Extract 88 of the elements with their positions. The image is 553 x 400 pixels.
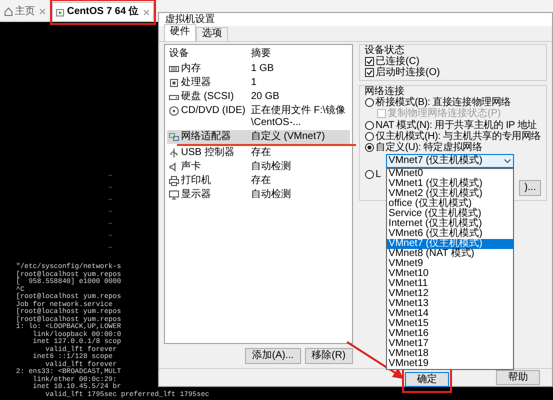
radio-label: 自定义(U): 特定虚拟网络	[376, 142, 482, 153]
checkbox-label: 复制物理网络连接状态(P)	[388, 108, 501, 119]
table-cell: 声卡	[181, 161, 201, 173]
group-title: 网络连接	[364, 86, 405, 97]
table-cell: USB 控制器	[181, 147, 234, 159]
printer-icon	[169, 176, 179, 186]
dropdown-option[interactable]: VMnet6 (仅主机模式)	[386, 229, 513, 239]
terminal-text: ~	[108, 184, 113, 193]
table-cell-text: 20 GB	[251, 91, 280, 103]
radio-label: 桥接模式(B): 直接连接物理网络	[376, 97, 512, 108]
radio-label: 仅主机模式(H): 与主机共享的专用网络	[376, 131, 541, 142]
device-button[interactable]: 移除(R)	[304, 348, 353, 364]
terminal-text: ~	[108, 232, 113, 241]
disc-icon	[169, 106, 179, 116]
dropdown-option[interactable]: VMnet10	[386, 269, 513, 279]
radio-button[interactable]	[364, 132, 374, 141]
table-cell-text: 自动检测	[251, 161, 292, 173]
dropdown-option[interactable]: VMnet8 (NAT 模式)	[386, 249, 513, 259]
table-cell-text: 自动检测	[251, 189, 292, 201]
dropdown-option[interactable]: VMnet16	[386, 329, 513, 339]
tab[interactable]: CentOS 7 64 位	[52, 2, 154, 21]
checkbox[interactable]	[364, 68, 374, 77]
dropdown[interactable]: VMnet7 (仅主机模式)	[386, 154, 514, 168]
help-button[interactable]: 帮助	[496, 370, 540, 385]
table-cell-text: 存在	[251, 147, 272, 159]
tab[interactable]: 主页	[1, 2, 49, 21]
table-cell-text: 1	[251, 77, 258, 89]
window-title: 虚拟机设置	[165, 14, 215, 26]
table-cell-text: 自定义 (VMnet7)	[251, 131, 326, 143]
radio-button[interactable]	[364, 98, 374, 107]
dropdown-option[interactable]: VMnet19	[386, 359, 513, 369]
dropdown-option[interactable]: Service (仅主机模式)	[386, 209, 513, 219]
dropdown-option[interactable]: VMnet2 (仅主机模式)	[386, 189, 513, 199]
dropdown-option[interactable]: VMnet18	[386, 349, 513, 359]
table-cell: 打印机	[181, 175, 211, 187]
dropdown-option[interactable]: VMnet0	[386, 169, 513, 179]
device-button[interactable]: 添加(A)...	[244, 348, 301, 364]
terminal-text: ~	[108, 172, 113, 181]
dropdown-option[interactable]: VMnet1 (仅主机模式)	[386, 179, 513, 189]
terminal-text: ~	[108, 244, 113, 253]
home-icon	[4, 7, 13, 16]
radio-button[interactable]	[364, 121, 374, 130]
drive-icon	[169, 92, 179, 102]
dropdown-option[interactable]: office (仅主机模式)	[386, 199, 513, 209]
table-cell: 硬盘 (SCSI)	[181, 91, 234, 103]
vm-icon	[56, 8, 65, 16]
tab[interactable]: 硬件	[164, 24, 196, 41]
dropdown-option[interactable]: VMnet9	[386, 259, 513, 269]
dropdown-option[interactable]: VMnet14	[386, 309, 513, 319]
table-cell: 处理器	[181, 77, 211, 89]
table-cell: 内存	[181, 63, 201, 75]
ok-button[interactable]: 确定	[405, 372, 449, 386]
table-cell-text: 正在使用文件 F:\镜像\CentOS-...	[251, 105, 346, 129]
column-header: 设备	[169, 48, 190, 60]
monitor-icon	[169, 190, 179, 200]
table-cell-text: 存在	[251, 175, 272, 187]
chevron-down-icon	[504, 158, 511, 164]
table-cell-text: 1 GB	[251, 63, 275, 75]
checkbox-label: 启动时连接(O)	[376, 67, 440, 78]
close-icon	[142, 8, 150, 16]
terminal-text: ~	[108, 208, 113, 217]
dropdown-option[interactable]: VMnet11	[386, 279, 513, 289]
radio-label: NAT 模式(N): 用于共享主机的 IP 地址	[376, 120, 537, 131]
terminal-text: ~	[108, 196, 113, 205]
dropdown-option[interactable]: VMnet15	[386, 319, 513, 329]
usb-icon	[169, 148, 179, 158]
table-cell: CD/DVD (IDE)	[181, 105, 246, 117]
column-header: 摘要	[251, 48, 272, 60]
terminal-text: ~	[108, 220, 113, 229]
group-title: 设备状态	[364, 45, 405, 56]
close-icon	[39, 8, 46, 15]
checkbox-label: 已连接(C)	[376, 56, 420, 67]
advanced-button[interactable]: )...	[519, 180, 541, 196]
radio-label: L	[376, 169, 381, 180]
radio-button[interactable]	[364, 143, 374, 152]
dropdown-option[interactable]: VMnet17	[386, 339, 513, 349]
dropdown-option[interactable]: VMnet12	[386, 289, 513, 299]
memory-icon	[169, 64, 179, 74]
radio-button[interactable]	[364, 170, 374, 179]
network-icon	[169, 132, 179, 142]
tab[interactable]: 选项	[196, 27, 228, 41]
device-row[interactable]: 网络适配器 自定义 (VMnet7)	[167, 130, 350, 144]
chip-icon	[169, 78, 179, 88]
table-cell: 网络适配器	[181, 131, 231, 143]
dropdown-option[interactable]: VMnet13	[386, 299, 513, 309]
table-cell: 显示器	[181, 189, 211, 201]
dropdown-option[interactable]: Internet (仅主机模式)	[386, 219, 513, 229]
checkbox[interactable]	[364, 57, 374, 66]
